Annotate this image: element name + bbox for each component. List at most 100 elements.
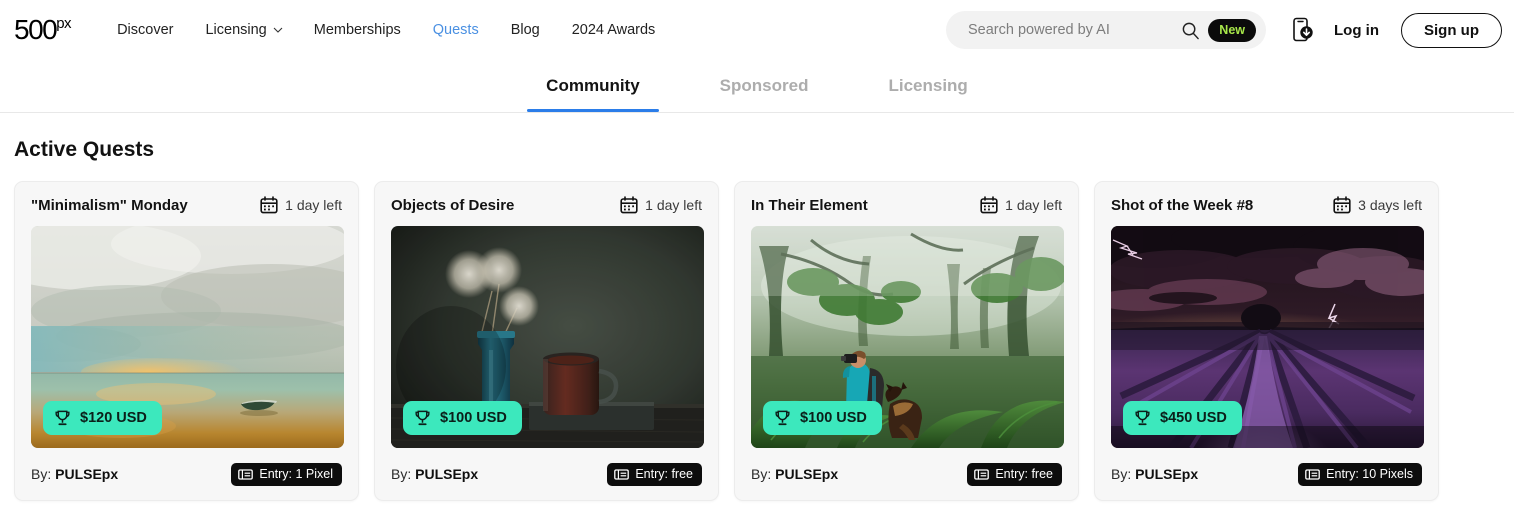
prize-amount: $450 USD [1160, 410, 1227, 426]
days-left-text: 1 day left [1005, 197, 1062, 213]
author-byline: By: PULSEpx [751, 466, 838, 482]
trophy-icon [54, 409, 71, 427]
card-header: "Minimalism" Monday 1 day left [31, 196, 342, 214]
signup-button[interactable]: Sign up [1401, 12, 1502, 48]
nav-label: Discover [117, 22, 174, 38]
author-name[interactable]: PULSEpx [775, 466, 838, 482]
logo-500px[interactable]: 500 px [14, 14, 72, 45]
days-left-text: 1 day left [645, 197, 702, 213]
calendar-icon [620, 196, 638, 214]
author-name[interactable]: PULSEpx [55, 466, 118, 482]
entry-text: Entry: 10 Pixels [1326, 467, 1413, 481]
main-nav: Discover Licensing Memberships Quests Bl… [117, 22, 655, 38]
nav-label: 2024 Awards [571, 22, 656, 38]
deadline: 3 days left [1333, 196, 1422, 214]
nav-label: Licensing [205, 22, 267, 38]
quest-photo[interactable]: $120 USD [31, 226, 344, 448]
trophy-icon [774, 409, 791, 427]
tab-licensing[interactable]: Licensing [848, 60, 1007, 112]
header-actions: New Log in Sign up [946, 11, 1502, 49]
nav-item-blog[interactable]: Blog [511, 22, 540, 38]
search-icon[interactable] [1181, 21, 1200, 40]
entry-badge: Entry: free [967, 462, 1062, 486]
quest-photo[interactable]: $450 USD [1111, 226, 1424, 448]
mobile-download-icon[interactable] [1290, 17, 1314, 43]
page-title: Active Quests [14, 138, 155, 161]
search-container[interactable]: New [946, 11, 1266, 49]
quest-tabs: Community Sponsored Licensing [0, 60, 1514, 113]
card-header: In Their Element 1 day left [751, 196, 1062, 214]
site-header: 500 px Discover Licensing Memberships Que… [0, 0, 1514, 60]
trophy-icon [1134, 409, 1151, 427]
days-left-text: 3 days left [1358, 197, 1422, 213]
prize-badge: $100 USD [763, 401, 882, 435]
author-name[interactable]: PULSEpx [415, 466, 478, 482]
tab-community[interactable]: Community [506, 60, 680, 112]
quest-title: In Their Element [751, 196, 868, 214]
entry-badge: Entry: 1 Pixel [231, 462, 342, 486]
entry-text: Entry: free [995, 467, 1053, 481]
by-label: By: [31, 466, 52, 482]
card-header: Objects of Desire 1 day left [391, 196, 702, 214]
nav-item-memberships[interactable]: Memberships [314, 22, 401, 38]
quest-title: "Minimalism" Monday [31, 196, 188, 214]
card-footer: By: PULSEpx Entry: free [391, 448, 702, 500]
entry-text: Entry: 1 Pixel [259, 467, 333, 481]
login-button[interactable]: Log in [1334, 22, 1379, 39]
trophy-icon [414, 409, 431, 427]
deadline: 1 day left [620, 196, 702, 214]
tab-sponsored[interactable]: Sponsored [680, 60, 849, 112]
nav-label: Memberships [313, 22, 401, 38]
quest-title: Shot of the Week #8 [1111, 196, 1254, 214]
by-label: By: [751, 466, 772, 482]
deadline: 1 day left [980, 196, 1062, 214]
deadline: 1 day left [260, 196, 342, 214]
nav-item-quests[interactable]: Quests [433, 22, 479, 38]
author-byline: By: PULSEpx [31, 466, 118, 482]
calendar-icon [260, 196, 278, 214]
quest-card[interactable]: Shot of the Week #8 3 days left $450 USD… [1094, 181, 1439, 501]
author-byline: By: PULSEpx [1111, 466, 1198, 482]
search-input[interactable] [968, 22, 1174, 38]
entry-text: Entry: free [635, 467, 693, 481]
prize-badge: $450 USD [1123, 401, 1242, 435]
by-label: By: [1111, 466, 1132, 482]
nav-item-2024-awards[interactable]: 2024 Awards [572, 22, 656, 38]
prize-badge: $100 USD [403, 401, 522, 435]
quest-title: Objects of Desire [391, 196, 515, 214]
ticket-icon [974, 468, 990, 480]
author-name[interactable]: PULSEpx [1135, 466, 1198, 482]
nav-item-discover[interactable]: Discover [117, 22, 173, 38]
entry-badge: Entry: 10 Pixels [1298, 462, 1422, 486]
quest-card[interactable]: "Minimalism" Monday 1 day left $120 USD … [14, 181, 359, 501]
ticket-icon [238, 468, 254, 480]
ticket-icon [614, 468, 630, 480]
entry-badge: Entry: free [607, 462, 702, 486]
logo-px: px [56, 15, 72, 32]
new-badge[interactable]: New [1208, 18, 1256, 42]
author-byline: By: PULSEpx [391, 466, 478, 482]
calendar-icon [980, 196, 998, 214]
card-header: Shot of the Week #8 3 days left [1111, 196, 1422, 214]
prize-amount: $120 USD [80, 410, 147, 426]
quest-card[interactable]: In Their Element 1 day left $100 USD By:… [734, 181, 1079, 501]
card-footer: By: PULSEpx Entry: 10 Pixels [1111, 448, 1422, 500]
quest-card-grid: "Minimalism" Monday 1 day left $120 USD … [0, 162, 1514, 501]
quest-photo[interactable]: $100 USD [391, 226, 704, 448]
nav-label: Quests [432, 22, 479, 38]
days-left-text: 1 day left [285, 197, 342, 213]
calendar-icon [1333, 196, 1351, 214]
ticket-icon [1305, 468, 1321, 480]
prize-amount: $100 USD [440, 410, 507, 426]
prize-badge: $120 USD [43, 401, 162, 435]
card-footer: By: PULSEpx Entry: free [751, 448, 1062, 500]
card-footer: By: PULSEpx Entry: 1 Pixel [31, 448, 342, 500]
nav-item-licensing[interactable]: Licensing [205, 22, 283, 38]
prize-amount: $100 USD [800, 410, 867, 426]
nav-label: Blog [510, 22, 540, 38]
chevron-down-icon [273, 25, 283, 34]
quest-card[interactable]: Objects of Desire 1 day left $100 USD By… [374, 181, 719, 501]
logo-number: 500 [14, 14, 58, 45]
by-label: By: [391, 466, 412, 482]
quest-photo[interactable]: $100 USD [751, 226, 1064, 448]
